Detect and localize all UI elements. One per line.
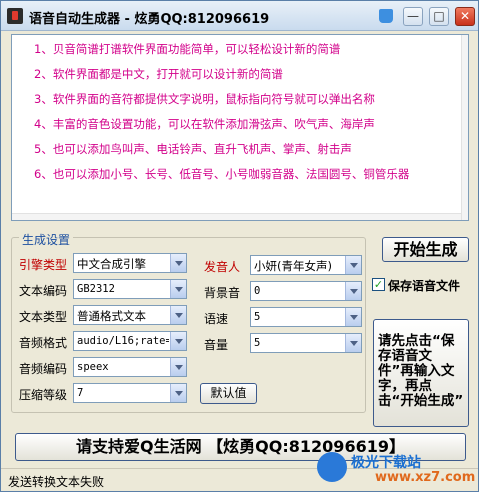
volume-select[interactable]: 5 <box>250 333 362 353</box>
text-type-label: 文本类型 <box>19 310 68 324</box>
start-generate-button[interactable]: 开始生成 <box>382 237 469 262</box>
audio-codec-value: speex <box>77 361 109 373</box>
speaker-select[interactable]: 小妍(青年女声) <box>250 255 362 275</box>
text-line: 1、贝音简谱打谱软件界面功能简单，可以轻松设计新的简谱 <box>34 42 341 56</box>
watermark: 极光下载站 www.xz7.com <box>317 450 477 490</box>
compression-select[interactable]: 7 <box>73 383 187 403</box>
audio-format-select[interactable]: audio/L16;rate= <box>73 331 187 351</box>
watermark-text: 极光下载站 <box>351 455 421 471</box>
settings-group-title: 生成设置 <box>19 231 74 248</box>
text-encoding-value: GB2312 <box>77 283 115 295</box>
audio-format-value: audio/L16;rate= <box>77 335 169 347</box>
chevron-down-icon[interactable] <box>345 256 361 274</box>
chevron-down-icon[interactable] <box>170 384 186 402</box>
minimize-button[interactable]: — <box>403 7 423 26</box>
text-encoding-select[interactable]: GB2312 <box>73 279 187 299</box>
vertical-scrollbar[interactable] <box>461 35 468 220</box>
bg-sound-value: 0 <box>254 285 261 297</box>
speaker-label: 发音人 <box>204 260 241 274</box>
chevron-down-icon[interactable] <box>170 306 186 324</box>
chevron-down-icon[interactable] <box>170 280 186 298</box>
bg-sound-label: 背景音 <box>204 286 241 300</box>
save-audio-label[interactable]: 保存语音文件 <box>388 277 460 294</box>
speaker-value: 小妍(青年女声) <box>254 259 332 273</box>
compression-label: 压缩等级 <box>19 388 68 402</box>
title-bar[interactable]: 语音自动生成器 - 炫勇QQ:812096619 — □ ✕ <box>1 1 478 31</box>
chevron-down-icon[interactable] <box>345 334 361 352</box>
maximize-button[interactable]: □ <box>429 7 449 26</box>
text-line: 6、也可以添加小号、长号、低音号、小号咖弱音器、法国圆号、铜管乐器 <box>34 167 410 181</box>
chevron-down-icon[interactable] <box>345 308 361 326</box>
engine-label: 引擎类型 <box>19 258 68 272</box>
engine-value: 中文合成引擎 <box>77 257 146 271</box>
text-line: 4、丰富的音色设置功能，可以在软件添加滑弦声、吹气声、海岸声 <box>34 117 375 131</box>
bg-sound-select[interactable]: 0 <box>250 281 362 301</box>
text-type-value: 普通格式文本 <box>77 309 146 323</box>
volume-label: 音量 <box>204 338 229 352</box>
chevron-down-icon[interactable] <box>170 254 186 272</box>
text-input-area[interactable]: 1、贝音简谱打谱软件界面功能简单，可以轻松设计新的简谱 2、软件界面都是中文，打… <box>11 34 469 221</box>
audio-codec-label: 音频编码 <box>19 362 68 376</box>
main-window: 语音自动生成器 - 炫勇QQ:812096619 — □ ✕ 1、贝音简谱打谱软… <box>0 0 479 492</box>
volume-value: 5 <box>254 337 261 349</box>
close-button[interactable]: ✕ <box>455 7 475 26</box>
skin-icon[interactable] <box>377 7 395 26</box>
speed-value: 5 <box>254 311 261 323</box>
save-audio-checkbox[interactable]: ✓ <box>372 278 385 291</box>
text-line: 5、也可以添加鸟叫声、电话铃声、直升飞机声、掌声、射击声 <box>34 142 352 156</box>
compression-value: 7 <box>77 387 84 399</box>
speed-label: 语速 <box>204 312 229 326</box>
audio-format-label: 音频格式 <box>19 336 68 350</box>
skin-shape <box>379 9 393 23</box>
speed-select[interactable]: 5 <box>250 307 362 327</box>
default-values-button[interactable]: 默认值 <box>200 383 257 404</box>
text-type-select[interactable]: 普通格式文本 <box>73 305 187 325</box>
status-text: 发送转换文本失败 <box>8 475 105 489</box>
engine-select[interactable]: 中文合成引擎 <box>73 253 187 273</box>
hint-text: 请先点击“保存语音文件”再输入文字，再点击“开始生成” <box>378 333 464 409</box>
chevron-down-icon[interactable] <box>170 358 186 376</box>
text-line: 2、软件界面都是中文，打开就可以设计新的简谱 <box>34 67 283 81</box>
watermark-logo-icon <box>317 452 347 482</box>
audio-codec-select[interactable]: speex <box>73 357 187 377</box>
horizontal-scrollbar[interactable] <box>12 213 461 220</box>
watermark-url: www.xz7.com <box>375 470 476 485</box>
hint-button[interactable]: 请先点击“保存语音文件”再输入文字，再点击“开始生成” <box>373 319 469 427</box>
text-line: 3、软件界面的音符都提供文字说明，鼠标指向符号就可以弹出名称 <box>34 92 375 106</box>
chevron-down-icon[interactable] <box>170 332 186 350</box>
text-encoding-label: 文本编码 <box>19 284 68 298</box>
chevron-down-icon[interactable] <box>345 282 361 300</box>
app-icon <box>7 8 23 24</box>
window-title: 语音自动生成器 - 炫勇QQ:812096619 <box>29 12 270 27</box>
